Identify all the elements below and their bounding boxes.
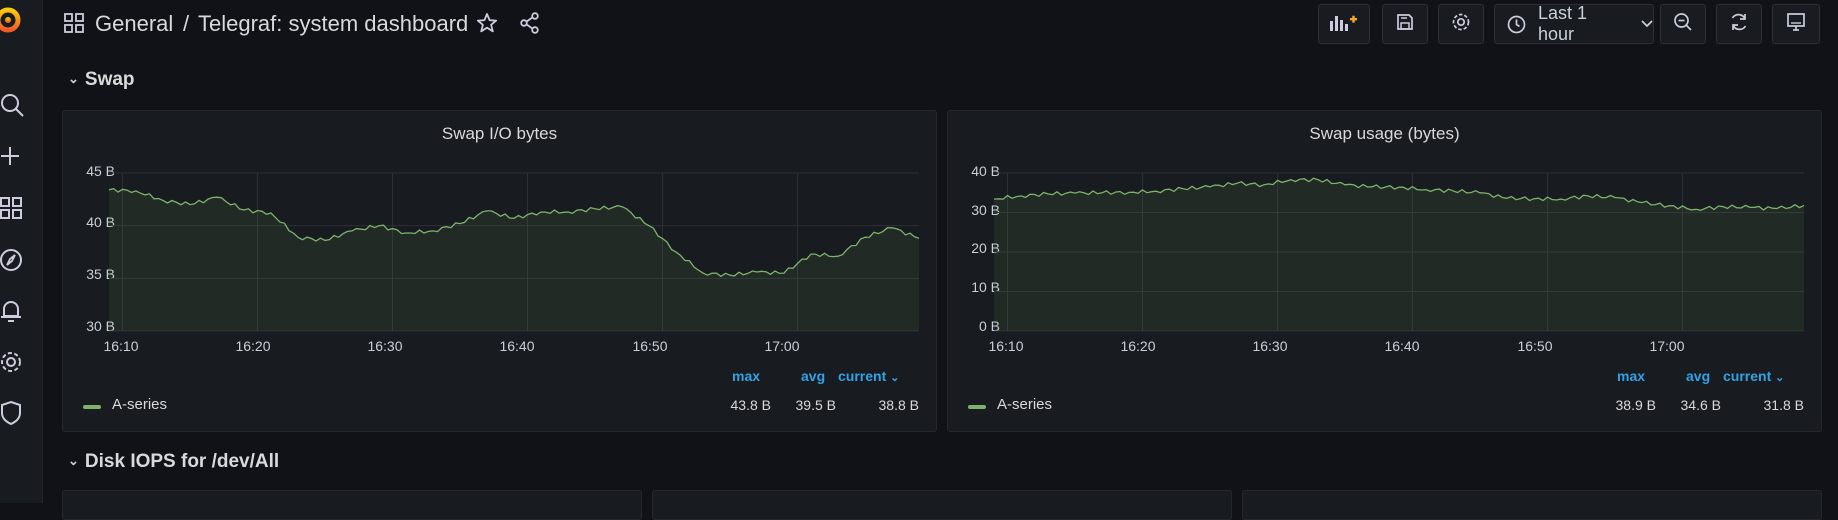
legend-max-header[interactable]: max bbox=[732, 368, 760, 384]
y-tick-label: 45 B bbox=[86, 163, 115, 179]
y-tick-label: 20 B bbox=[971, 240, 1000, 256]
x-tick-label: 16:40 bbox=[1384, 338, 1420, 354]
x-tick-label: 17:00 bbox=[764, 338, 800, 354]
panel-title: Swap I/O bytes bbox=[441, 124, 558, 143]
y-tick-label: 35 B bbox=[86, 266, 115, 282]
y-tick-label: 10 B bbox=[971, 279, 1000, 295]
x-tick-label: 16:20 bbox=[235, 338, 271, 354]
y-tick-label: 30 B bbox=[86, 318, 115, 334]
panel-swap-io-bytes[interactable]: Swap I/O bytes 45 B 40 B 35 B 30 B 16:10… bbox=[62, 110, 937, 432]
y-tick-label: 40 B bbox=[86, 214, 115, 230]
row-header-swap[interactable]: ⌄ Swap bbox=[68, 69, 135, 91]
top-navbar: General / Telegraf: system dashboard Las… bbox=[42, 0, 1838, 48]
row-header-disk-iops[interactable]: ⌄ Disk IOPS for /dev/All bbox=[68, 451, 279, 473]
legend-max-value: 43.8 B bbox=[730, 397, 771, 413]
y-tick-label: 30 B bbox=[971, 202, 1000, 218]
series-color-swatch[interactable] bbox=[968, 405, 986, 409]
chevron-down-icon: ⌄ bbox=[68, 71, 79, 86]
x-tick-label: 16:50 bbox=[1517, 338, 1553, 354]
x-tick-label: 16:30 bbox=[367, 338, 403, 354]
y-tick-label: 40 B bbox=[971, 163, 1000, 179]
breadcrumb-dashboard-title[interactable]: Telegraf: system dashboard bbox=[198, 11, 468, 37]
legend-series-name[interactable]: A-series bbox=[997, 396, 1052, 413]
legend-current-label: current bbox=[1723, 368, 1772, 384]
panel-title: Swap usage (bytes) bbox=[1309, 124, 1460, 143]
x-tick-label: 16:10 bbox=[988, 338, 1024, 354]
search-icon[interactable] bbox=[0, 88, 42, 122]
legend-max-header[interactable]: max bbox=[1617, 368, 1645, 384]
legend-avg-header[interactable]: avg bbox=[1686, 368, 1710, 384]
chevron-down-icon bbox=[1641, 20, 1653, 28]
x-tick-label: 16:10 bbox=[103, 338, 139, 354]
monitor-icon bbox=[1786, 12, 1806, 37]
panel-disk-iops-3[interactable] bbox=[1242, 490, 1822, 520]
breadcrumb-folder[interactable]: General bbox=[95, 11, 173, 37]
legend-current-header[interactable]: current ⌄ bbox=[1723, 368, 1784, 384]
add-panel-button[interactable] bbox=[1318, 4, 1370, 44]
compass-icon[interactable] bbox=[0, 243, 42, 277]
panel-swap-usage-bytes[interactable]: Swap usage (bytes) 40 B 30 B 20 B 10 B 0… bbox=[947, 110, 1822, 432]
save-icon bbox=[1396, 13, 1414, 36]
panel-disk-iops-2[interactable] bbox=[652, 490, 1232, 520]
grafana-logo-icon[interactable] bbox=[0, 2, 42, 36]
swap-io-plot[interactable] bbox=[108, 172, 967, 333]
share-icon[interactable] bbox=[519, 12, 541, 39]
legend-current-label: current bbox=[838, 368, 887, 384]
dashboard-grid-icon[interactable] bbox=[64, 13, 84, 38]
breadcrumb-separator: / bbox=[183, 11, 190, 36]
gear-icon bbox=[1451, 12, 1471, 37]
x-tick-label: 17:00 bbox=[1649, 338, 1685, 354]
time-range-label: Last 1 hour bbox=[1538, 3, 1588, 44]
x-tick-label: 16:40 bbox=[499, 338, 535, 354]
chevron-down-icon: ⌄ bbox=[68, 453, 79, 468]
row-title: Disk IOPS for /dev/All bbox=[84, 451, 280, 472]
grid-icon[interactable] bbox=[0, 191, 42, 225]
add-panel-icon bbox=[1329, 12, 1359, 37]
legend-avg-value: 39.5 B bbox=[795, 397, 836, 413]
shield-icon[interactable] bbox=[0, 396, 42, 430]
legend-current-header[interactable]: current ⌄ bbox=[838, 368, 899, 384]
sidebar bbox=[0, 0, 43, 503]
plus-icon[interactable] bbox=[0, 140, 42, 174]
x-tick-label: 16:30 bbox=[1252, 338, 1288, 354]
refresh-button[interactable] bbox=[1716, 4, 1762, 44]
series-color-swatch[interactable] bbox=[83, 405, 101, 409]
star-icon[interactable] bbox=[476, 12, 498, 39]
chevron-down-icon: ⌄ bbox=[1775, 372, 1785, 384]
bell-icon[interactable] bbox=[0, 294, 42, 328]
legend-avg-value: 34.6 B bbox=[1680, 397, 1721, 413]
gear-icon[interactable] bbox=[0, 345, 42, 379]
view-mode-button[interactable] bbox=[1772, 4, 1820, 44]
y-tick-label: 0 B bbox=[978, 318, 1000, 334]
legend-max-value: 38.9 B bbox=[1615, 397, 1656, 413]
zoom-out-icon bbox=[1673, 12, 1693, 37]
time-range-picker[interactable]: Last 1 hour bbox=[1494, 3, 1654, 44]
panel-disk-iops-1[interactable] bbox=[62, 490, 642, 520]
x-tick-label: 16:50 bbox=[632, 338, 668, 354]
swap-usage-plot[interactable] bbox=[993, 172, 1838, 333]
legend-avg-header[interactable]: avg bbox=[801, 368, 825, 384]
legend-series-name[interactable]: A-series bbox=[112, 396, 167, 413]
dashboard-settings-button[interactable] bbox=[1438, 4, 1484, 44]
clock-icon bbox=[1507, 15, 1526, 34]
x-tick-label: 16:20 bbox=[1120, 338, 1156, 354]
save-dashboard-button[interactable] bbox=[1382, 4, 1428, 44]
legend-current-value: 38.8 B bbox=[878, 397, 919, 413]
row-title: Swap bbox=[84, 69, 135, 90]
legend-current-value: 31.8 B bbox=[1763, 397, 1804, 413]
chevron-down-icon: ⌄ bbox=[890, 372, 900, 384]
zoom-out-button[interactable] bbox=[1660, 4, 1706, 44]
refresh-icon bbox=[1729, 12, 1749, 37]
